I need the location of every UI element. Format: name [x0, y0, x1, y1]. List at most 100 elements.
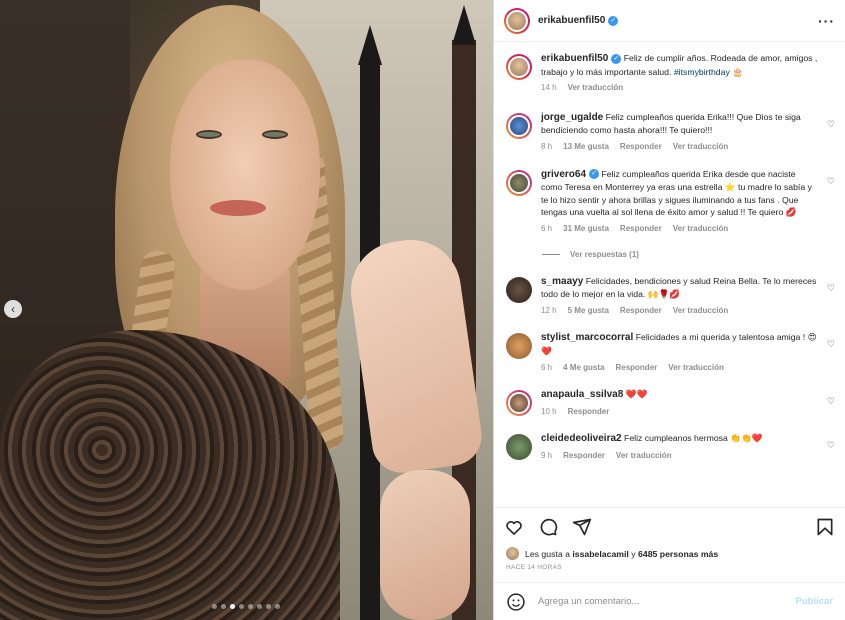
comment-time: 9 h [541, 450, 553, 460]
comment-username[interactable]: anapaula_ssilva8 [541, 389, 623, 400]
comments-list[interactable]: erikabuenfil50 ✓ Feliz de cumplir años. R… [494, 42, 845, 507]
caption: erikabuenfil50 ✓ Feliz de cumplir años. R… [494, 42, 845, 95]
post-time: HACE 14 HORAS [506, 564, 562, 571]
see-translation-button[interactable]: Ver traducción [673, 223, 729, 236]
emoji-icon[interactable] [506, 592, 526, 612]
comment-item: s_maayy Felicidades, bendiciones y salud… [494, 275, 845, 318]
reply-button[interactable]: Responder [620, 305, 662, 318]
comment-username[interactable]: stylist_marcocorral [541, 332, 633, 343]
comment-text: Feliz cumpleanos hermosa 👏👏❤️ [624, 433, 763, 444]
avatar[interactable] [506, 276, 532, 303]
likes-conj: y [631, 548, 636, 559]
heart-icon[interactable]: ♡ [827, 396, 835, 407]
see-translation-button[interactable]: Ver traducción [616, 450, 672, 463]
comment-item: stylist_marcocorral Felicidades a mi que… [494, 331, 845, 374]
iron-spike [358, 25, 382, 65]
publish-button[interactable]: Publicar [796, 596, 834, 607]
comment-text: ❤️❤️ [625, 389, 648, 400]
verified-icon: ✓ [611, 53, 622, 64]
more-icon[interactable]: ··· [818, 13, 835, 29]
comment-icon[interactable] [538, 517, 558, 537]
view-replies-button[interactable]: Ver respuestas (1) [494, 250, 845, 259]
comment-time: 10 h [541, 406, 557, 416]
avatar[interactable] [506, 112, 532, 139]
likes-summary: Les gusta a issabelacamil y 6485 persona… [494, 537, 845, 560]
comment-text: Felicidades, bendiciones y salud Reina B… [541, 275, 817, 300]
chevron-left-icon[interactable]: ‹ [4, 300, 22, 318]
post-sidebar: erikabuenfil50 ✓ ··· erikabuenfil50 ✓ Fel… [493, 0, 845, 620]
heart-icon[interactable]: ♡ [827, 283, 835, 294]
heart-icon[interactable]: ♡ [827, 339, 835, 350]
heart-icon[interactable] [504, 517, 524, 537]
verified-icon: ✓ [608, 15, 619, 26]
eye-left [196, 130, 222, 139]
comment-username[interactable]: grivero64 [541, 169, 586, 180]
likes-count[interactable]: 6485 personas más [638, 549, 718, 559]
comment-likes[interactable]: 4 Me gusta [563, 362, 604, 375]
comment-likes[interactable]: 13 Me gusta [563, 141, 609, 154]
lips [210, 200, 266, 216]
divider [542, 253, 560, 255]
carousel-dots [212, 604, 280, 609]
likes-prefix: Les gusta a [525, 548, 570, 559]
carousel-dot [248, 604, 253, 609]
comment-likes[interactable]: 31 Me gusta [563, 223, 609, 236]
post-photo: ‹ [0, 0, 493, 620]
comment-composer: Publicar [494, 582, 845, 620]
iron-spike [452, 5, 476, 45]
view-replies-label: Ver respuestas (1) [570, 249, 639, 259]
see-translation-button[interactable]: Ver traducción [673, 305, 729, 318]
post-header: erikabuenfil50 ✓ ··· [494, 0, 845, 42]
see-translation-button[interactable]: Ver traducción [568, 82, 624, 95]
avatar[interactable] [506, 333, 532, 360]
carousel-dot [257, 604, 262, 609]
comment-item: cleidedeoliveira2 Feliz cumpleanos hermo… [494, 432, 845, 462]
comment-username[interactable]: jorge_ugalde [541, 112, 603, 123]
liker-username[interactable]: issabelacamil [572, 549, 629, 559]
carousel-dot [212, 604, 217, 609]
avatar[interactable] [506, 434, 532, 461]
avatar[interactable] [506, 169, 532, 196]
bookmark-icon[interactable] [815, 517, 835, 537]
comment-time: 8 h [541, 141, 553, 151]
carousel-dot [230, 604, 235, 609]
comment-username[interactable]: cleidedeoliveira2 [541, 433, 622, 444]
avatar[interactable] [506, 547, 519, 560]
carousel-dot [239, 604, 244, 609]
reply-button[interactable]: Responder [563, 450, 605, 463]
comment-item: jorge_ugalde Feliz cumpleaños querida Er… [494, 111, 845, 154]
comment-time: 6 h [541, 223, 553, 233]
instagram-post-modal: ‹ erikabuenfil50 ✓ ··· erikabuenfil50 ✓ F… [0, 0, 845, 620]
see-translation-button[interactable]: Ver traducción [668, 362, 724, 375]
avatar[interactable] [506, 390, 532, 417]
heart-icon[interactable]: ♡ [827, 119, 835, 130]
reply-button[interactable]: Responder [615, 362, 657, 375]
comment-input[interactable] [538, 596, 784, 607]
comment-username[interactable]: s_maayy [541, 276, 583, 287]
comment-time: 6 h [541, 362, 553, 372]
caption-emoji: 🎂 [732, 66, 744, 77]
comment-time: 12 h [541, 305, 557, 315]
see-translation-button[interactable]: Ver traducción [673, 141, 729, 154]
hashtag-link[interactable]: #itsmybirthday [674, 67, 730, 77]
carousel-dot [266, 604, 271, 609]
avatar[interactable] [506, 54, 532, 80]
comment-item: anapaula_ssilva8 ❤️❤️ 10 h Responder ♡ [494, 388, 845, 418]
carousel-dot [221, 604, 226, 609]
hand-lower [380, 470, 470, 620]
reply-button[interactable]: Responder [620, 223, 662, 236]
author-username[interactable]: erikabuenfil50 [538, 15, 605, 26]
reply-button[interactable]: Responder [568, 406, 610, 419]
heart-icon[interactable]: ♡ [827, 440, 835, 451]
comment-item: grivero64 ✓ Feliz cumpleaños querida Erik… [494, 168, 845, 236]
reply-button[interactable]: Responder [620, 141, 662, 154]
heart-icon[interactable]: ♡ [827, 176, 835, 187]
eye-right [262, 130, 288, 139]
share-icon[interactable] [572, 517, 592, 537]
carousel-dot [275, 604, 280, 609]
caption-username[interactable]: erikabuenfil50 [541, 53, 608, 64]
comment-likes[interactable]: 5 Me gusta [568, 305, 609, 318]
caption-time: 14 h [541, 83, 557, 93]
avatar[interactable] [504, 7, 530, 34]
face [170, 60, 320, 290]
